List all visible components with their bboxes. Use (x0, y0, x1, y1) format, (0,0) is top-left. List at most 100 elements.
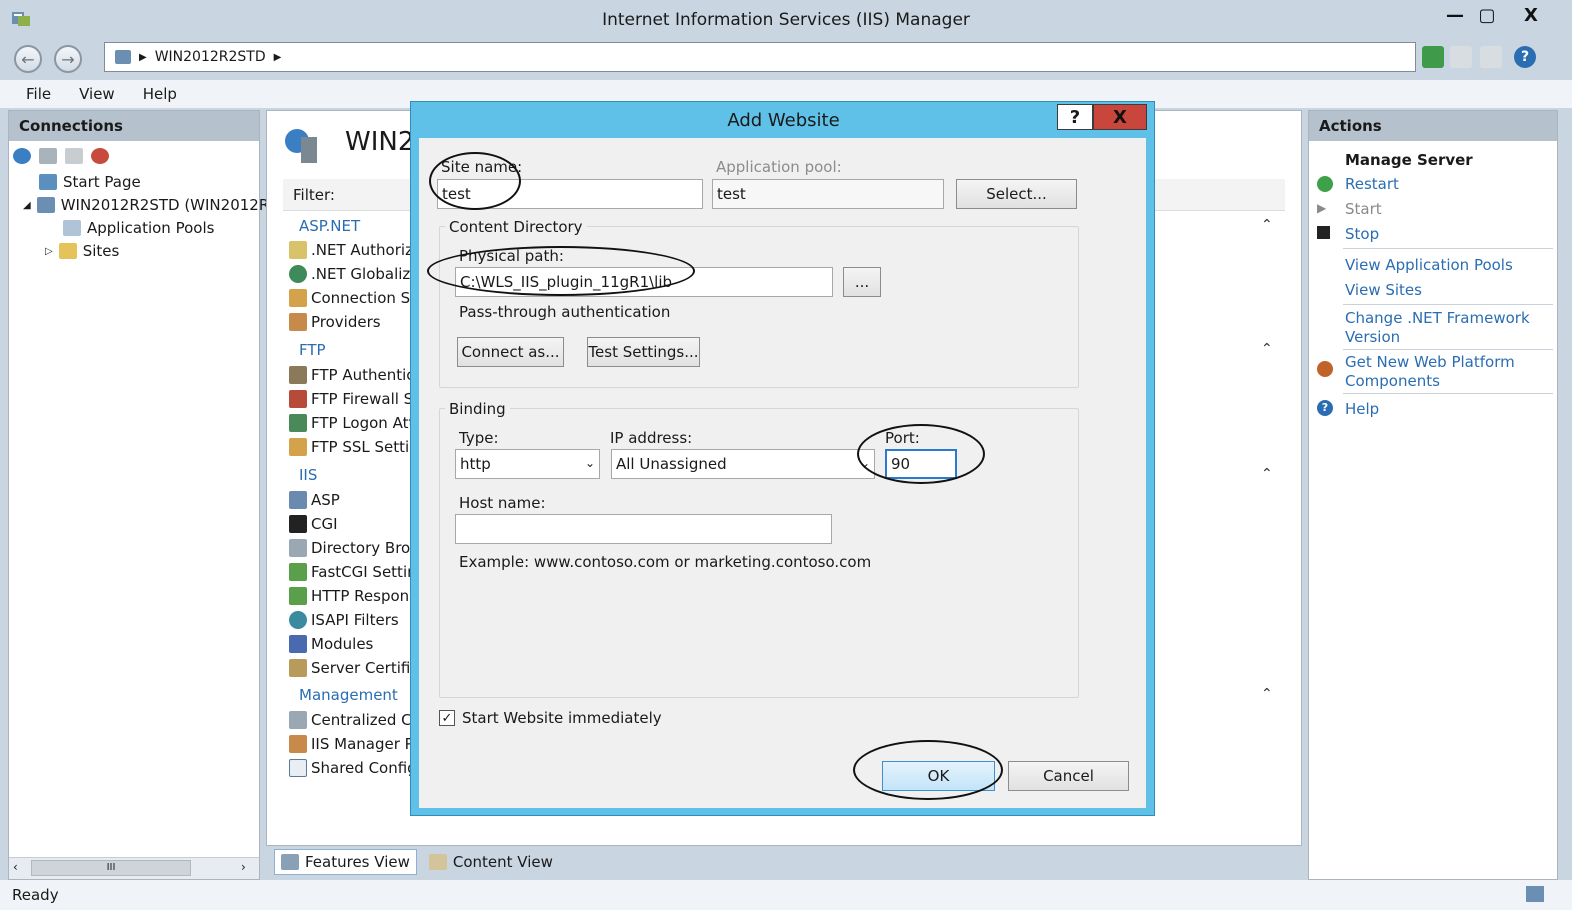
app-pool-icon (63, 220, 81, 236)
action-help[interactable]: Help (1345, 400, 1379, 419)
site-name-input[interactable]: test (437, 179, 703, 209)
type-label: Type: (459, 429, 499, 447)
tab-features-view[interactable]: Features View (274, 849, 417, 875)
group-ftp[interactable]: FTP (299, 341, 326, 359)
chevron-down-icon[interactable]: ⌄ (585, 456, 595, 470)
group-aspnet[interactable]: ASP.NET (299, 217, 360, 235)
forward-button[interactable]: → (54, 45, 82, 73)
address-crumb-server[interactable]: WIN2012R2STD (155, 49, 266, 65)
action-view-app-pools[interactable]: View Application Pools (1345, 256, 1513, 275)
action-start[interactable]: Start (1345, 200, 1382, 219)
actions-divider (1343, 393, 1553, 394)
feature-cgi[interactable]: CGI (289, 515, 338, 533)
tree-app-pools-label: Application Pools (87, 219, 215, 237)
ip-address-select[interactable]: All Unassigned ⌄ (611, 449, 875, 479)
menu-view[interactable]: View (79, 85, 115, 103)
menu-help[interactable]: Help (143, 85, 177, 103)
action-view-sites[interactable]: View Sites (1345, 281, 1422, 300)
type-select[interactable]: http ⌄ (455, 449, 600, 479)
start-immediately-label: Start Website immediately (462, 709, 662, 727)
action-restart[interactable]: Restart (1345, 175, 1399, 194)
test-settings-button[interactable]: Test Settings... (587, 337, 700, 367)
server-home-icon (283, 127, 321, 165)
ftp-auth-icon (289, 366, 307, 384)
action-get-web-platform[interactable]: Get New Web Platform Components (1345, 353, 1515, 391)
port-input[interactable]: 90 (885, 449, 957, 479)
address-bar[interactable]: ▶ WIN2012R2STD ▶ (104, 42, 1416, 72)
start-icon: ▶ (1317, 201, 1327, 215)
menu-file[interactable]: File (26, 85, 51, 103)
cgi-icon (289, 515, 307, 533)
feature-providers[interactable]: Providers (289, 313, 381, 331)
action-change-net-version[interactable]: Change .NET Framework Version (1345, 309, 1530, 347)
physical-path-input[interactable]: C:\WLS_IIS_plugin_11gR1\lib (455, 267, 833, 297)
actions-divider (1343, 304, 1553, 305)
lock-icon (289, 241, 307, 259)
feature-modules[interactable]: Modules (289, 635, 373, 653)
expand-icon[interactable]: ▷ (45, 246, 53, 257)
scroll-thumb[interactable]: III (31, 860, 191, 876)
add-website-dialog: Add Website ? X Site name: test Applicat… (410, 101, 1155, 816)
help-icon: ? (1317, 400, 1333, 416)
content-directory-title: Content Directory (445, 218, 587, 236)
connections-toolbar (9, 141, 259, 171)
connect-as-button[interactable]: Connect as... (457, 337, 564, 367)
up-icon[interactable] (65, 148, 83, 164)
dialog-close-button[interactable]: X (1093, 104, 1147, 130)
save-icon[interactable] (39, 148, 57, 164)
feature-asp[interactable]: ASP (289, 491, 340, 509)
certificate-icon (289, 659, 307, 677)
select-app-pool-button[interactable]: Select... (956, 179, 1077, 209)
connections-pane: Connections Start Page ◢ WIN2012R2STD (W… (8, 110, 314, 880)
window-title: Internet Information Services (IIS) Mana… (602, 10, 970, 30)
chevron-down-icon[interactable]: ⌄ (860, 456, 870, 470)
content-view-icon (428, 854, 447, 870)
back-button[interactable]: ← (14, 45, 42, 73)
collapse-ftp-icon[interactable]: ⌃ (1261, 341, 1273, 357)
tab-content-view[interactable]: Content View (423, 850, 559, 874)
logon-icon (289, 414, 307, 432)
host-name-label: Host name: (459, 494, 546, 512)
tree-start-page[interactable]: Start Page (39, 173, 141, 191)
collapse-icon[interactable]: ◢ (23, 200, 31, 211)
help-icon[interactable]: ? (1514, 46, 1536, 68)
scroll-left-icon[interactable]: ‹ (13, 860, 18, 874)
actions-section-title: Manage Server (1345, 151, 1473, 169)
refresh-icon[interactable] (1422, 46, 1444, 68)
host-name-input[interactable] (455, 514, 832, 544)
dialog-help-button[interactable]: ? (1057, 104, 1093, 130)
close-window-button[interactable]: X (1514, 2, 1548, 28)
ip-address-value: All Unassigned (616, 455, 727, 473)
maximize-button[interactable]: ▢ (1470, 2, 1504, 28)
action-stop[interactable]: Stop (1345, 225, 1379, 244)
cancel-button[interactable]: Cancel (1008, 761, 1129, 791)
tree-app-pools[interactable]: Application Pools (63, 219, 214, 237)
http-headers-icon (289, 587, 307, 605)
group-iis[interactable]: IIS (299, 466, 317, 484)
isapi-icon (289, 611, 307, 629)
app-pool-label: Application pool: (716, 158, 842, 176)
connect-icon[interactable] (13, 148, 31, 164)
browse-path-button[interactable]: ... (843, 267, 881, 297)
asp-icon (289, 491, 307, 509)
collapse-iis-icon[interactable]: ⌃ (1261, 466, 1273, 482)
start-immediately-checkbox[interactable]: ✓ (439, 710, 455, 726)
minimize-button[interactable]: — (1438, 2, 1472, 28)
group-management[interactable]: Management (299, 686, 398, 704)
chevron-right-icon[interactable]: ▶ (274, 52, 282, 63)
disconnect-icon[interactable] (91, 148, 109, 164)
ssl-icon (289, 438, 307, 456)
connections-scrollbar[interactable]: ‹ III › (9, 857, 259, 879)
ok-button[interactable]: OK (882, 761, 995, 791)
scroll-right-icon[interactable]: › (241, 860, 246, 874)
restart-icon (1317, 176, 1333, 192)
feature-isapi[interactable]: ISAPI Filters (289, 611, 399, 629)
collapse-management-icon[interactable]: ⌃ (1261, 686, 1273, 702)
stop-icon[interactable] (1450, 46, 1472, 68)
collapse-aspnet-icon[interactable]: ⌃ (1261, 217, 1273, 233)
connections-header: Connections (9, 111, 259, 141)
tree-sites[interactable]: ▷ Sites (45, 242, 119, 260)
modules-icon (289, 635, 307, 653)
host-name-example: Example: www.contoso.com or marketing.co… (459, 553, 872, 571)
home-icon[interactable] (1480, 46, 1502, 68)
